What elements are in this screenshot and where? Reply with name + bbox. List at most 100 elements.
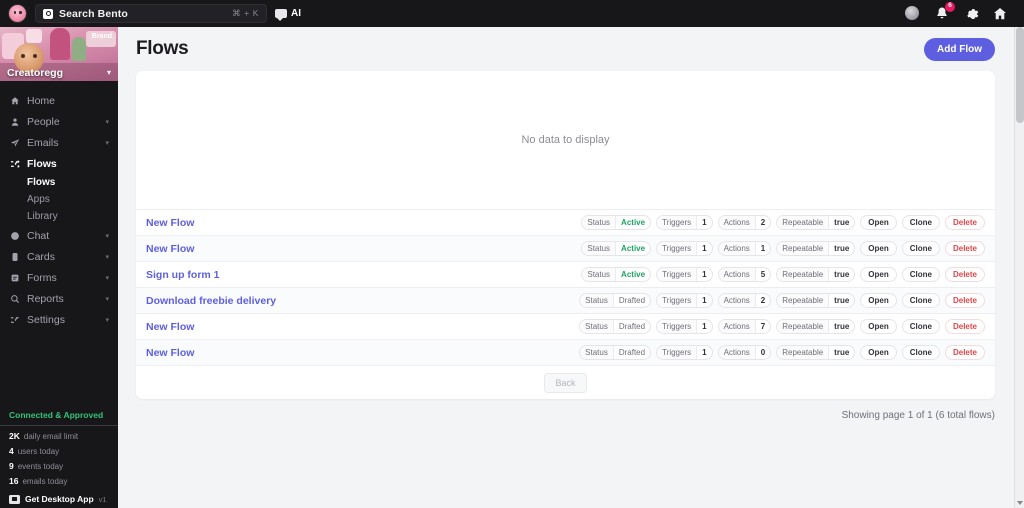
bento-egg-logo-icon[interactable] [8, 4, 27, 23]
flow-name-link[interactable]: New Flow [146, 243, 194, 255]
delete-button[interactable]: Delete [944, 267, 985, 282]
flows-panel: No data to display New Flow Status Activ… [118, 71, 1024, 508]
search-input[interactable]: Search Bento ⌘ + K [35, 4, 267, 23]
triggers-value: 1 [696, 346, 711, 359]
get-desktop-app-link[interactable]: Get Desktop App v1 [0, 491, 118, 504]
sidebar-subitem-apps[interactable]: Apps [0, 191, 118, 208]
sidebar-item-forms[interactable]: Forms ▾ [0, 267, 118, 288]
clone-button[interactable]: Clone [901, 215, 940, 230]
app-body: Brand Creatoregg ▾ Home People ▾ Emails … [0, 27, 1024, 508]
stat-users-today: 4 users today [0, 446, 118, 461]
clone-button[interactable]: Clone [901, 345, 940, 360]
user-avatar[interactable] [905, 5, 921, 22]
sidebar-subitem-flows[interactable]: Flows [0, 174, 118, 191]
row-meta: Status Drafted Triggers 1 Actions 7 Repe… [579, 319, 985, 334]
sidebar-item-people[interactable]: People ▾ [0, 111, 118, 132]
reports-icon [9, 294, 20, 304]
flow-name-link[interactable]: New Flow [146, 217, 194, 229]
repeatable-value: true [828, 294, 854, 307]
repeatable-value: true [828, 242, 854, 255]
sidebar-subitem-library[interactable]: Library [0, 208, 118, 225]
chevron-down-icon: ▾ [105, 274, 109, 282]
status-value: Drafted [612, 294, 650, 307]
sidebar-item-label: Home [27, 94, 56, 107]
clone-button[interactable]: Clone [901, 293, 940, 308]
main-content: Flows Add Flow No data to display New Fl… [118, 27, 1024, 508]
avatar [905, 5, 919, 20]
open-button[interactable]: Open [860, 345, 897, 360]
repeatable-badge: Repeatable true [776, 345, 856, 360]
status-badge: Status Active [581, 241, 652, 256]
open-button[interactable]: Open [860, 267, 897, 282]
clone-button[interactable]: Clone [901, 241, 940, 256]
open-button[interactable]: Open [860, 241, 897, 256]
sidebar-item-home[interactable]: Home [0, 90, 118, 111]
ai-button[interactable]: AI [275, 8, 301, 21]
sidebar-footer: Connected & Approved 2K daily email limi… [0, 410, 118, 508]
table-row[interactable]: New Flow Status Active Triggers 1 Action… [136, 209, 995, 235]
flow-name-link[interactable]: Download freebie delivery [146, 295, 276, 307]
repeatable-key: Repeatable [777, 320, 829, 333]
triggers-key: Triggers [657, 216, 697, 229]
vertical-scrollbar[interactable] [1014, 27, 1024, 508]
sidebar-item-settings[interactable]: Settings ▾ [0, 309, 118, 330]
flows-card: No data to display New Flow Status Activ… [136, 71, 995, 399]
actions-key: Actions [718, 294, 755, 307]
status-badge: Status Active [581, 215, 652, 230]
chevron-down-icon: ▾ [105, 295, 109, 303]
search-shortcut: ⌘ + K [232, 8, 259, 18]
scroll-down-icon[interactable] [1017, 501, 1023, 505]
stat-daily-email-limit: 2K daily email limit [0, 431, 118, 446]
stat-value: 2K [9, 431, 20, 441]
search-label: Search Bento [59, 7, 128, 20]
desktop-icon [9, 494, 20, 504]
notifications-button[interactable]: 6 [934, 1, 955, 22]
search-icon [43, 8, 53, 19]
open-button[interactable]: Open [860, 319, 897, 334]
flow-name-link[interactable]: New Flow [146, 347, 194, 359]
repeatable-key: Repeatable [777, 242, 829, 255]
form-icon [9, 273, 20, 283]
table-row[interactable]: New Flow Status Drafted Triggers 1 Actio… [136, 339, 995, 365]
delete-button[interactable]: Delete [944, 319, 985, 334]
scrollbar-thumb[interactable] [1016, 27, 1024, 123]
flow-name-link[interactable]: New Flow [146, 321, 194, 333]
settings-button[interactable] [963, 6, 979, 22]
sidebar-item-flows[interactable]: Flows [0, 153, 118, 174]
actions-badge: Actions 2 [717, 215, 772, 230]
brand-switcher[interactable]: Creatoregg ▾ [0, 64, 118, 81]
sidebar-item-reports[interactable]: Reports ▾ [0, 288, 118, 309]
delete-button[interactable]: Delete [944, 293, 985, 308]
delete-button[interactable]: Delete [944, 241, 985, 256]
clone-button[interactable]: Clone [901, 319, 940, 334]
ai-label: AI [291, 8, 301, 19]
open-button[interactable]: Open [860, 293, 897, 308]
status-value: Active [615, 268, 650, 281]
sidebar-item-label: Reports [27, 292, 64, 305]
actions-value: 5 [754, 268, 770, 281]
sidebar-item-cards[interactable]: Cards ▾ [0, 246, 118, 267]
add-flow-button[interactable]: Add Flow [924, 37, 995, 61]
triggers-key: Triggers [657, 346, 697, 359]
clone-button[interactable]: Clone [901, 267, 940, 282]
sidebar-item-label: Settings [27, 313, 65, 326]
sidebar-item-chat[interactable]: Chat ▾ [0, 225, 118, 246]
flow-name-link[interactable]: Sign up form 1 [146, 269, 220, 281]
delete-button[interactable]: Delete [944, 345, 985, 360]
delete-button[interactable]: Delete [944, 215, 985, 230]
chevron-down-icon: ▾ [105, 316, 109, 324]
open-button[interactable]: Open [860, 215, 897, 230]
actions-value: 7 [754, 320, 770, 333]
table-row[interactable]: Sign up form 1 Status Active Triggers 1 [136, 261, 995, 287]
table-row[interactable]: Download freebie delivery Status Drafted… [136, 287, 995, 313]
repeatable-key: Repeatable [777, 294, 829, 307]
chevron-down-icon: ▾ [105, 118, 109, 126]
sidebar-item-emails[interactable]: Emails ▾ [0, 132, 118, 153]
repeatable-badge: Repeatable true [776, 267, 856, 282]
home-button[interactable] [992, 6, 1008, 22]
back-button[interactable]: Back [544, 372, 587, 393]
status-value: Active [615, 242, 650, 255]
table-row[interactable]: New Flow Status Drafted Triggers 1 Actio… [136, 313, 995, 339]
brand-banner[interactable]: Brand Creatoregg ▾ [0, 27, 118, 81]
table-row[interactable]: New Flow Status Active Triggers 1 Action… [136, 235, 995, 261]
